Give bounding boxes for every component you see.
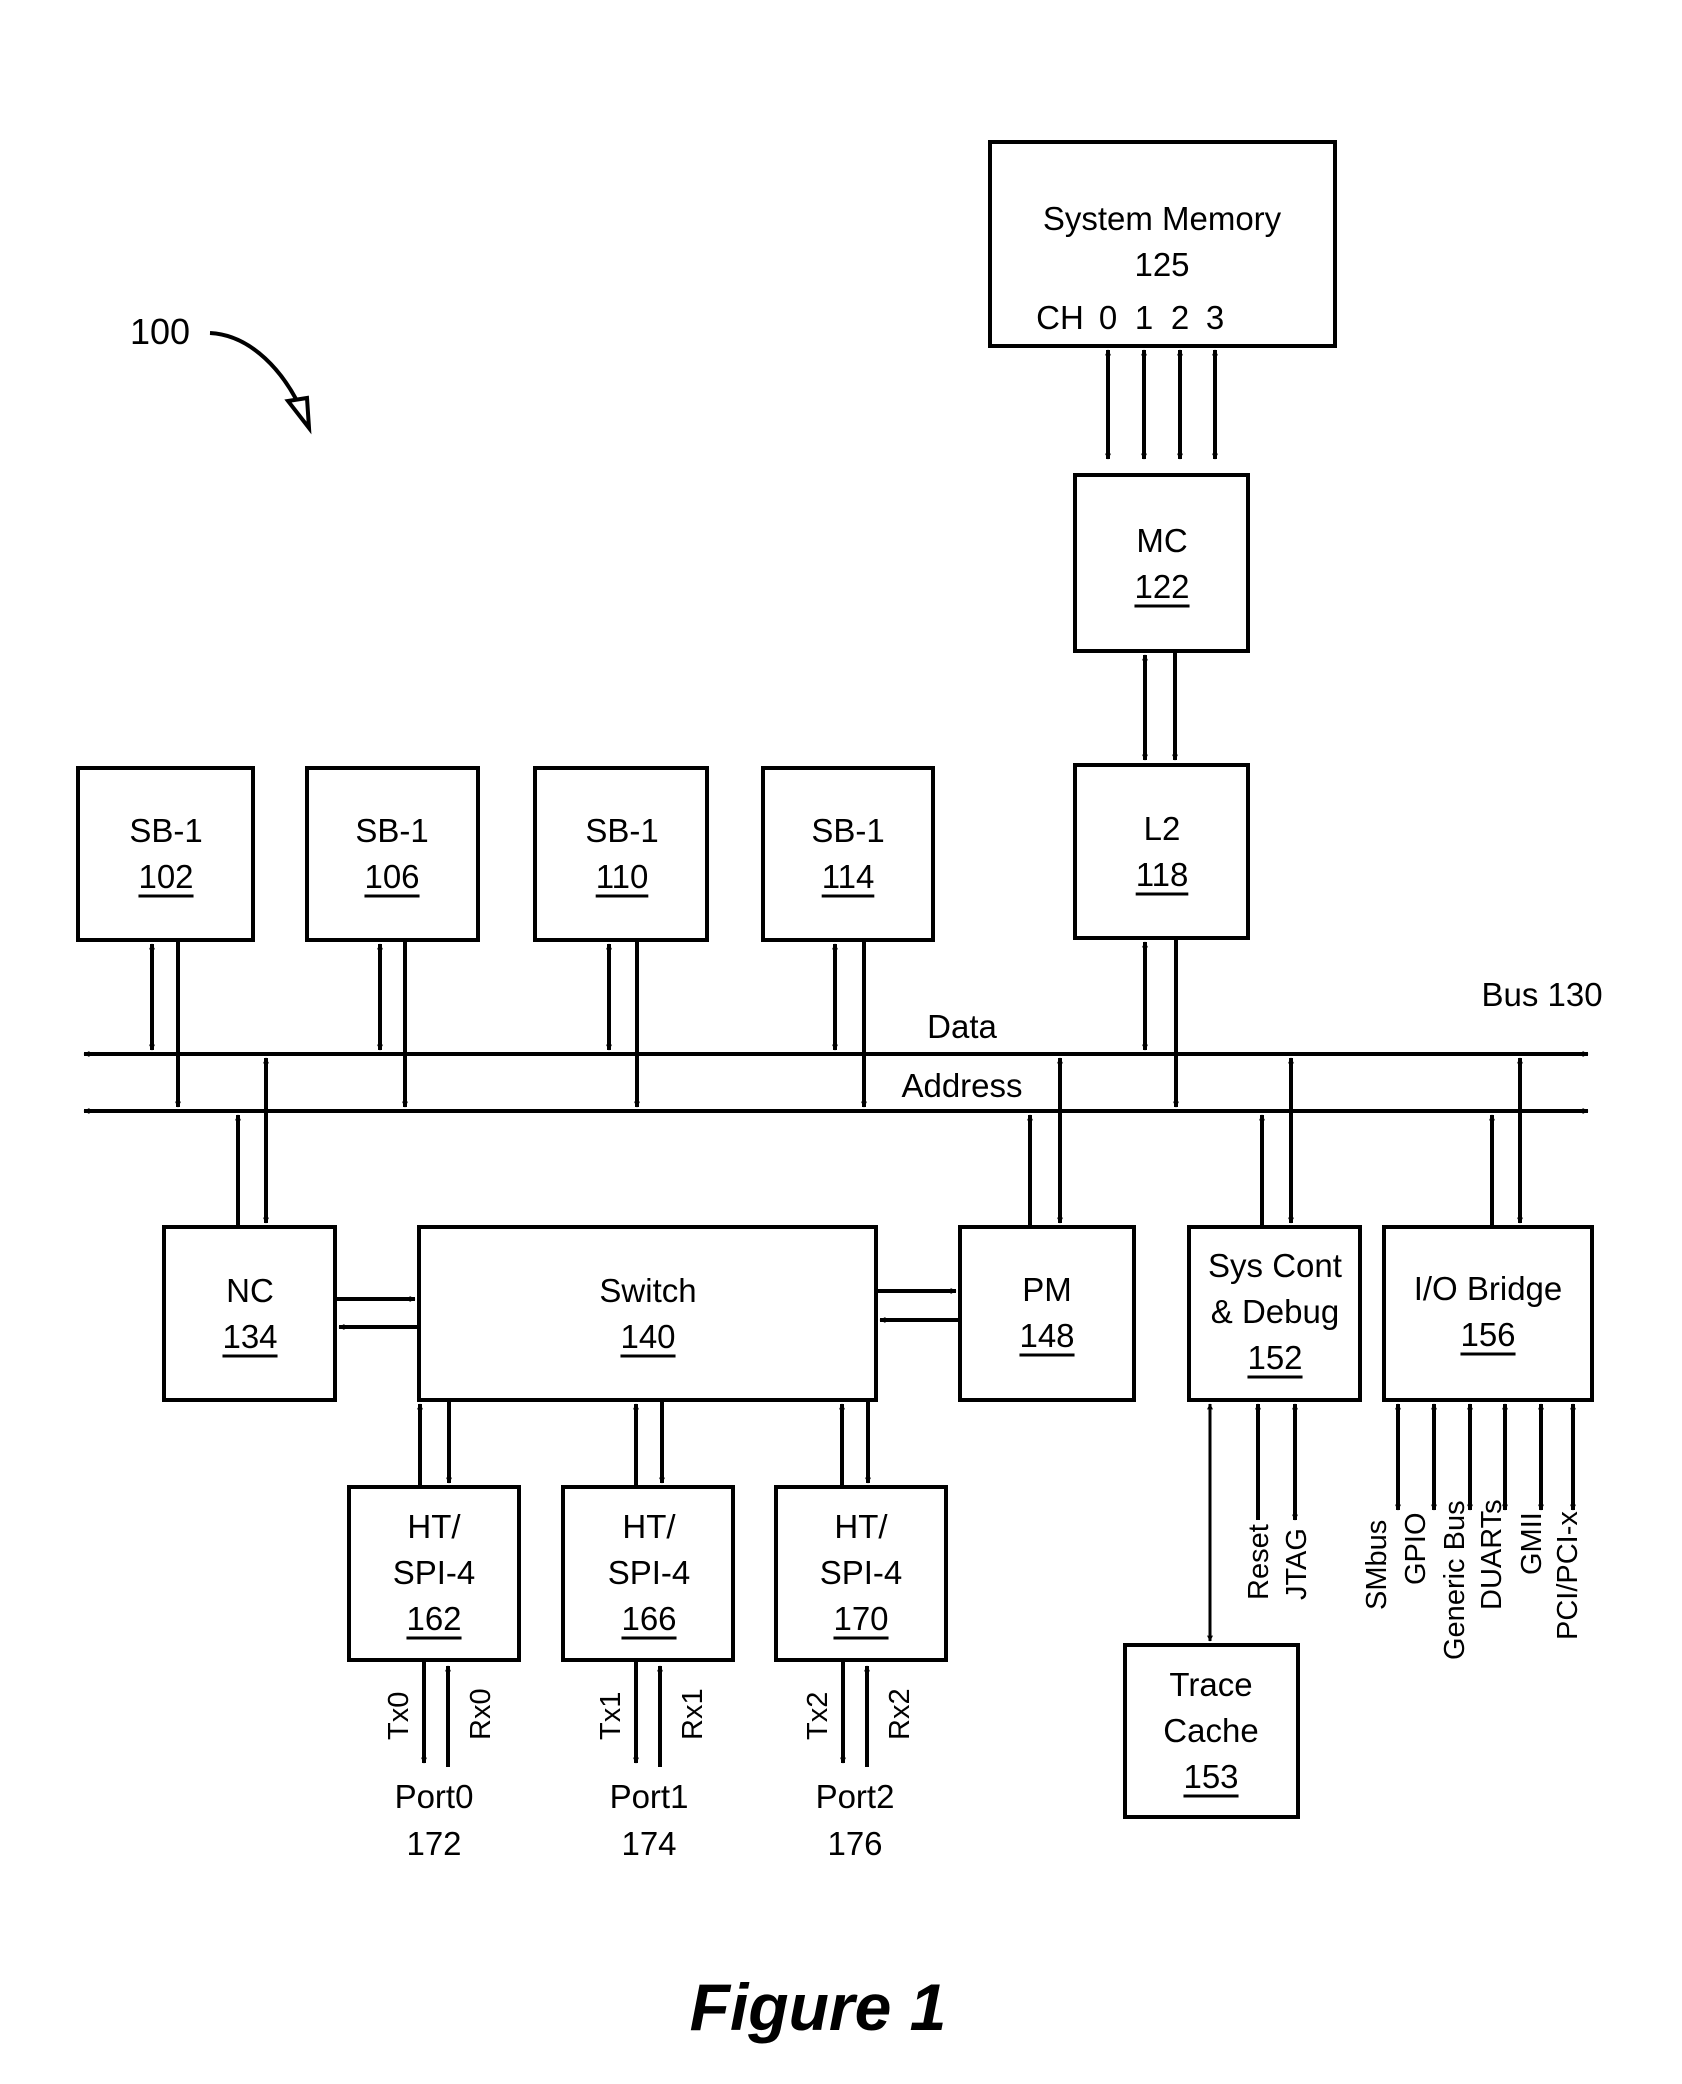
switch-number: 140 (620, 1318, 675, 1355)
bus-label: Bus 130 (1481, 976, 1602, 1013)
block-diagram: 100 System Memory 125 CH 0 1 2 3 MC 122 … (76, 140, 1603, 2044)
sb1-110-title: SB-1 (585, 812, 658, 849)
port0: Tx0 Rx0 Port0 172 (383, 1662, 497, 1862)
channel-0: 0 (1099, 299, 1117, 336)
sb1-114-number: 114 (822, 858, 875, 895)
bus-130: Data Address Bus 130 (83, 976, 1603, 1114)
sys-cont-title-line2: & Debug (1211, 1293, 1339, 1330)
ht-spi4-166-block: HT/ SPI-4 166 (561, 1485, 735, 1662)
ht-166-title-line2: SPI-4 (608, 1554, 691, 1591)
port0-name: Port0 (395, 1778, 474, 1815)
smbus-label: SMbus (1361, 1520, 1393, 1610)
sb1-106-number: 106 (364, 858, 419, 895)
ht-spi4-162-block: HT/ SPI-4 162 (347, 1485, 521, 1662)
mc-title: MC (1136, 522, 1187, 559)
ht-spi4-170-block: HT/ SPI-4 170 (774, 1485, 948, 1662)
trace-cache-title-line1: Trace (1169, 1666, 1252, 1703)
l2-title: L2 (1144, 810, 1181, 847)
io-bridge-block: I/O Bridge 156 (1382, 1225, 1594, 1402)
sb1-110-block: SB-1 110 (533, 766, 709, 942)
address-bus-label: Address (901, 1067, 1022, 1104)
tx0-label: Tx0 (383, 1692, 415, 1740)
data-bus-label: Data (927, 1008, 997, 1045)
port1-number: 174 (621, 1825, 676, 1862)
io-bridge-title: I/O Bridge (1414, 1270, 1563, 1307)
tx1-label: Tx1 (595, 1692, 627, 1740)
rx0-label: Rx0 (465, 1688, 497, 1740)
ht-162-title-line2: SPI-4 (393, 1554, 476, 1591)
nc-block: NC 134 (162, 1225, 337, 1402)
trace-cache-block: Trace Cache 153 (1123, 1643, 1300, 1819)
ht-166-number: 166 (621, 1600, 676, 1637)
sys-cont-title-line1: Sys Cont (1208, 1247, 1342, 1284)
channel-1: 1 (1135, 299, 1153, 336)
channel-2: 2 (1171, 299, 1189, 336)
sb1-102-title: SB-1 (129, 812, 202, 849)
nc-title: NC (226, 1272, 274, 1309)
port0-number: 172 (406, 1825, 461, 1862)
ht-170-title-line1: HT/ (834, 1508, 888, 1545)
port1-name: Port1 (610, 1778, 689, 1815)
ht-170-number: 170 (833, 1600, 888, 1637)
system-memory-block: System Memory 125 CH 0 1 2 3 (988, 140, 1337, 348)
channels-label: CH (1036, 299, 1084, 336)
reference-arrowhead-icon (284, 395, 312, 435)
channel-3: 3 (1206, 299, 1224, 336)
sb1-110-number: 110 (596, 858, 649, 895)
io-bridge-signal-arrows (1395, 1403, 1576, 1511)
rx1-label: Rx1 (677, 1688, 709, 1740)
gmii-label: GMII (1516, 1512, 1548, 1575)
switch-block: Switch 140 (417, 1225, 878, 1402)
port2: Tx2 Rx2 Port2 176 (802, 1662, 916, 1862)
pci-pcix-label: PCI/PCI-x (1552, 1511, 1584, 1640)
port2-number: 176 (827, 1825, 882, 1862)
trace-cache-title-line2: Cache (1163, 1712, 1258, 1749)
ht-162-number: 162 (406, 1600, 461, 1637)
sb1-102-number: 102 (138, 858, 193, 895)
nc-number: 134 (222, 1318, 277, 1355)
l2-number: 118 (1136, 856, 1189, 893)
mc-number: 122 (1134, 568, 1189, 605)
memory-channel-arrows (1105, 349, 1218, 460)
l2-block: L2 118 (1073, 763, 1250, 940)
figure-reference: 100 (130, 311, 190, 352)
ht-162-title-line1: HT/ (407, 1508, 461, 1545)
sys-cont-debug-block: Sys Cont & Debug 152 (1187, 1225, 1362, 1402)
gpio-label: GPIO (1400, 1512, 1432, 1585)
switch-title: Switch (599, 1272, 696, 1309)
pm-number: 148 (1019, 1317, 1074, 1354)
sb1-102-block: SB-1 102 (76, 766, 255, 942)
switch-ht-arrows (417, 1402, 871, 1485)
port1: Tx1 Rx1 Port1 174 (595, 1662, 709, 1862)
reset-label: Reset (1243, 1524, 1275, 1600)
sb1-114-block: SB-1 114 (761, 766, 935, 942)
ht-170-title-line2: SPI-4 (820, 1554, 903, 1591)
pm-title: PM (1022, 1271, 1072, 1308)
system-memory-title: System Memory (1043, 200, 1282, 237)
system-memory-number: 125 (1134, 246, 1189, 283)
jtag-label: JTAG (1281, 1528, 1313, 1600)
sb1-106-title: SB-1 (355, 812, 428, 849)
trace-cache-number: 153 (1183, 1758, 1238, 1795)
sb1-106-block: SB-1 106 (305, 766, 480, 942)
mc-block: MC 122 (1073, 473, 1250, 653)
sb1-114-title: SB-1 (811, 812, 884, 849)
ht-166-title-line1: HT/ (622, 1508, 676, 1545)
rx2-label: Rx2 (884, 1688, 916, 1740)
pm-block: PM 148 (958, 1225, 1136, 1402)
io-bridge-number: 156 (1460, 1316, 1515, 1353)
figure-caption: Figure 1 (690, 1970, 947, 2044)
tx2-label: Tx2 (802, 1692, 834, 1740)
generic-bus-label: Generic Bus (1439, 1500, 1471, 1660)
port2-name: Port2 (816, 1778, 895, 1815)
sys-cont-number: 152 (1247, 1339, 1302, 1376)
sb1-bus-arrows (149, 942, 867, 1108)
duarts-label: DUARTs (1476, 1499, 1508, 1610)
